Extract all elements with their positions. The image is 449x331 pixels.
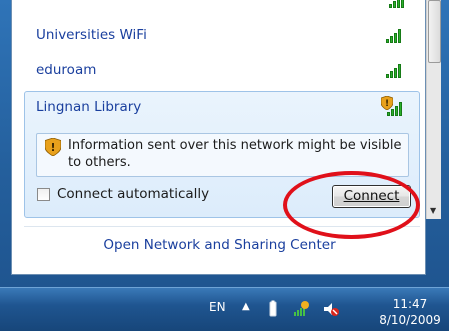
signal-strength-icon xyxy=(386,62,404,78)
network-item-eduroam[interactable]: eduroam xyxy=(24,52,420,88)
scrollbar-thumb[interactable] xyxy=(428,0,441,63)
scroll-down-arrow-icon[interactable]: ▼ xyxy=(430,206,436,215)
svg-text:!: ! xyxy=(385,99,389,109)
signal-warning-icon: ! xyxy=(381,96,403,116)
network-item-universities-wifi[interactable]: Universities WiFi xyxy=(24,17,420,53)
clock-time: 11:47 xyxy=(392,297,428,311)
connect-automatically-label[interactable]: Connect automatically xyxy=(57,186,209,202)
connect-automatically-checkbox[interactable] xyxy=(37,188,50,201)
language-indicator[interactable]: EN xyxy=(209,300,226,314)
svg-text:!: ! xyxy=(50,141,55,154)
clock-date: 8/10/2009 xyxy=(379,313,441,327)
signal-strength-icon xyxy=(389,0,407,8)
signal-strength-icon xyxy=(386,27,404,43)
taskbar: EN ▲ 11:47 8/10/2009 xyxy=(0,287,449,331)
network-name: Lingnan Library xyxy=(36,99,142,115)
network-warning-icon[interactable] xyxy=(292,300,310,318)
volume-muted-icon[interactable] xyxy=(322,300,340,318)
security-warning-text: Information sent over this network might… xyxy=(68,138,402,170)
scrollbar[interactable]: ▼ xyxy=(426,0,441,219)
network-name: Universities WiFi xyxy=(36,27,147,43)
clock[interactable]: 11:47 8/10/2009 xyxy=(379,296,441,328)
show-hidden-icons-arrow[interactable]: ▲ xyxy=(242,301,250,312)
open-network-sharing-center-link[interactable]: Open Network and Sharing Center xyxy=(12,237,427,253)
network-flyout-frame: Universities WiFi eduroam Lingnan Librar… xyxy=(0,0,449,287)
network-name: eduroam xyxy=(36,62,97,78)
battery-icon[interactable] xyxy=(264,300,282,318)
security-shield-icon: ! xyxy=(45,138,61,156)
highlight-ellipse xyxy=(283,171,420,239)
